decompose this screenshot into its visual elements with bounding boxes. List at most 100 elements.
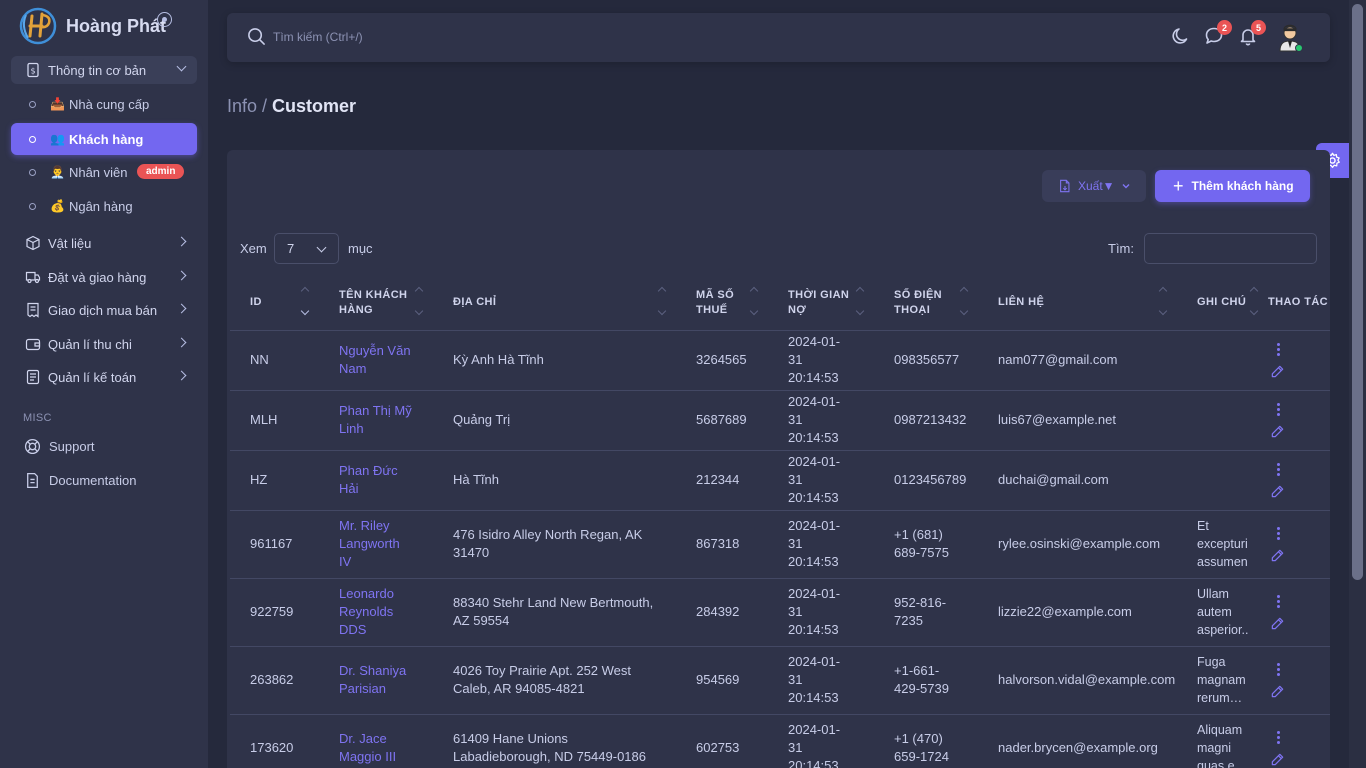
column-header-note[interactable]: GHI CHÚ [1177, 276, 1268, 331]
ledger-icon [26, 369, 40, 385]
export-button[interactable]: Xuất▼ [1042, 170, 1146, 202]
sidebar-item-label: Nhà cung cấp [68, 96, 150, 112]
sidebar-item-ngan-hang[interactable]: 💰 Ngân hàng [11, 190, 197, 222]
menu-group-thong-tin-co-ban[interactable]: $ Thông tin cơ bản [11, 56, 197, 84]
cell-tax-code: 284392 [676, 578, 768, 647]
debt-date: 2024-01-31 [788, 454, 841, 487]
column-header-contact[interactable]: LIÊN HỆ [978, 276, 1177, 331]
cell-note: Et excepturi assumen... [1177, 510, 1268, 579]
debt-time: 20:14:53 [788, 758, 839, 768]
online-status-dot [1295, 44, 1303, 52]
edit-pencil-icon[interactable] [1270, 364, 1285, 379]
more-options-icon[interactable] [1270, 662, 1286, 678]
messages-button[interactable]: 2 [1204, 20, 1232, 46]
cell-note: Ullam autem asperior... [1177, 578, 1268, 647]
scrollbar-thumb[interactable] [1352, 4, 1363, 580]
row-actions [1268, 462, 1330, 499]
page-size-value: 7 [287, 241, 295, 256]
edit-pencil-icon[interactable] [1270, 484, 1285, 499]
customer-name-link[interactable]: Dr. Shaniya Parisian [319, 646, 433, 715]
employee-emoji-icon: 👨‍💼 [50, 165, 65, 179]
search-input[interactable] [273, 27, 773, 47]
customer-name-link[interactable]: Nguyễn Văn Nam [319, 330, 433, 391]
menu-group-giao-dich-mua-ban[interactable]: Giao dịch mua bán [11, 296, 197, 324]
misc-section-label: MISC [23, 412, 52, 424]
edit-pencil-icon[interactable] [1270, 684, 1285, 699]
page-title: Customer [272, 96, 357, 116]
cell-actions [1268, 510, 1330, 579]
file-export-icon [1060, 179, 1070, 193]
column-header-name[interactable]: TÊN KHÁCH HÀNG [319, 276, 433, 331]
breadcrumb-parent[interactable]: Info [227, 96, 257, 116]
cell-note: Aliquam magni quas e... [1177, 714, 1268, 768]
cell-actions [1268, 330, 1330, 391]
sort-icon [750, 288, 758, 318]
more-options-icon[interactable] [1270, 526, 1286, 542]
column-header-label: GHI CHÚ [1197, 296, 1247, 309]
cell-address: 4026 Toy Prairie Apt. 252 West Caleb, AR… [433, 646, 676, 715]
more-options-icon[interactable] [1270, 462, 1286, 478]
cell-contact: rylee.osinski@example.com [978, 510, 1177, 579]
column-header-tax-code[interactable]: MÃ SỐ THUẾ [676, 276, 768, 331]
debt-date: 2024-01-31 [788, 518, 841, 551]
cell-note [1177, 390, 1268, 451]
edit-pencil-icon[interactable] [1270, 616, 1285, 631]
customer-name-link[interactable]: Dr. Jace Maggio III [319, 714, 433, 768]
messages-count-badge: 2 [1217, 20, 1232, 35]
cell-tax-code: 954569 [676, 646, 768, 715]
cell-id: HZ [230, 450, 319, 511]
customer-name-link[interactable]: Leonardo Reynolds DDS [319, 578, 433, 647]
more-options-icon[interactable] [1270, 342, 1286, 358]
sidebar-item-nhan-vien[interactable]: 👨‍💼 Nhân viên admin [11, 156, 197, 188]
customer-name-link[interactable]: Mr. Riley Langworth IV [319, 510, 433, 579]
more-options-icon[interactable] [1270, 594, 1286, 610]
lifebuoy-icon [24, 438, 41, 455]
sidebar-item-label: Documentation [49, 473, 137, 488]
more-options-icon[interactable] [1270, 730, 1286, 746]
column-header-phone[interactable]: SỐ ĐIỆN THOẠI [874, 276, 978, 331]
plus-icon: + [1173, 176, 1184, 196]
menu-group-vat-lieu[interactable]: Vật liệu [11, 229, 197, 257]
edit-pencil-icon[interactable] [1270, 548, 1285, 563]
menu-group-quan-li-thu-chi[interactable]: Quản lí thu chi [11, 330, 197, 358]
debt-time: 20:14:53 [788, 554, 839, 569]
sidebar: Hoàng Phát $ Thông tin cơ bản 📥 Nhà cung… [0, 0, 208, 768]
cell-address: 61409 Hane Unions Labadieborough, ND 754… [433, 714, 676, 768]
sidebar-item-nha-cung-cap[interactable]: 📥 Nhà cung cấp [11, 88, 197, 120]
more-options-icon[interactable] [1270, 402, 1286, 418]
table-search-input[interactable] [1144, 233, 1317, 264]
cell-debt-time: 2024-01-31 20:14:53 [768, 714, 874, 768]
cell-debt-time: 2024-01-31 20:14:53 [768, 330, 874, 391]
menu-group-dat-va-giao-hang[interactable]: Đặt và giao hàng [11, 263, 197, 291]
edit-pencil-icon[interactable] [1270, 752, 1285, 767]
cell-debt-time: 2024-01-31 20:14:53 [768, 390, 874, 451]
column-header-address[interactable]: ĐỊA CHỈ [433, 276, 676, 331]
customer-name-link[interactable]: Phan Đức Hải [319, 450, 433, 511]
search-icon[interactable] [247, 27, 266, 46]
edit-pencil-icon[interactable] [1270, 424, 1285, 439]
column-header-label: SỐ ĐIỆN THOẠI [894, 288, 943, 316]
column-header-id[interactable]: ID [230, 276, 319, 331]
customer-name-link[interactable]: Phan Thị Mỹ Linh [319, 390, 433, 451]
menu-group-quan-li-ke-toan[interactable]: Quản lí kế toán [11, 363, 197, 391]
cell-address: Hà Tĩnh [433, 450, 676, 511]
notifications-button[interactable]: 5 [1238, 20, 1266, 46]
cell-debt-time: 2024-01-31 20:14:53 [768, 510, 874, 579]
page-size-select[interactable]: 7 [274, 233, 339, 264]
document-icon [27, 472, 38, 489]
brand[interactable]: Hoàng Phát [18, 6, 198, 46]
sidebar-item-support[interactable]: Support [24, 438, 95, 455]
chevron-down-icon [1122, 184, 1130, 189]
cell-debt-time: 2024-01-31 20:14:53 [768, 450, 874, 511]
sidebar-collapse-toggle-icon[interactable] [157, 12, 172, 27]
column-header-label: ID [250, 296, 262, 309]
column-header-label: ĐỊA CHỈ [453, 296, 497, 309]
column-header-debt-time[interactable]: THỜI GIAN NỢ [768, 276, 874, 331]
moon-icon[interactable] [1171, 26, 1191, 46]
note-text: Et excepturi assumen... [1197, 519, 1248, 569]
sidebar-item-documentation[interactable]: Documentation [24, 472, 136, 489]
cell-actions [1268, 450, 1330, 511]
sidebar-item-khach-hang[interactable]: 👥 Khách hàng [11, 123, 197, 155]
receipt-icon [27, 302, 39, 318]
add-customer-button[interactable]: + Thêm khách hàng [1155, 170, 1310, 202]
